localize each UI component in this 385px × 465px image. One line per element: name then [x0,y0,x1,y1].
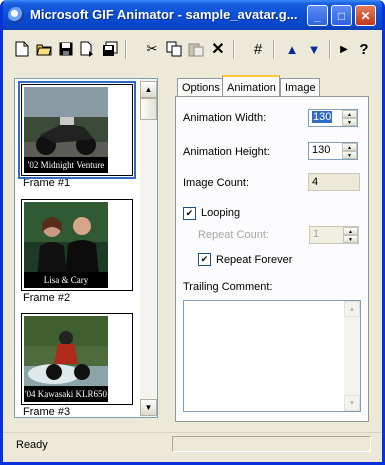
frame-thumbnail[interactable]: '02 Midnight Venture [18,81,136,179]
frame-list[interactable]: '02 Midnight Venture Frame #1 Lisa & Car… [14,78,158,418]
frame-thumbnail[interactable]: Lisa & Cary [21,199,133,291]
image-count-label: Image Count: [183,177,250,189]
arrow-up-icon: ▲ [285,41,299,57]
animation-width-spinner[interactable]: 130 ▲ ▼ [308,109,358,127]
scroll-down-button[interactable]: ▼ [140,399,157,416]
spin-down-icon: ▼ [343,235,358,243]
checkmark-icon: ✔ [185,208,194,218]
animation-width-label: Animation Width: [183,112,267,124]
tab-options[interactable]: Options [177,78,223,96]
looping-checkbox[interactable]: ✔ [183,207,196,220]
frame-list-scrollbar[interactable]: ▲ ▼ [139,79,157,417]
status-pane [172,436,371,452]
frame-caption: '04 Kawasaki KLR650 [24,386,108,402]
toolbar-separator [233,40,235,59]
frame-caption: Lisa & Cary [24,272,108,288]
repeat-forever-label[interactable]: Repeat Forever [216,254,292,266]
paste-button[interactable] [185,38,207,60]
spin-down-icon[interactable]: ▼ [342,151,357,159]
comment-scrollbar: ▲ ▼ [344,301,360,411]
copy-icon [166,41,182,57]
toolbar-separator [125,40,127,59]
tab-image[interactable]: Image [280,78,320,96]
toolbar: ✂ ✕ # ▲ ▼ ▶ ? [11,38,371,62]
spin-down-icon[interactable]: ▼ [342,118,357,126]
chevron-up-icon: ▲ [344,301,360,317]
repeat-count-label: Repeat Count: [198,229,269,241]
frame-caption: '02 Midnight Venture [24,157,108,173]
close-button[interactable]: ✕ [355,5,376,26]
looping-label[interactable]: Looping [201,207,240,219]
select-all-grid-icon: # [253,40,263,58]
chevron-up-icon: ▲ [144,85,153,94]
frame-item-2[interactable]: Lisa & Cary Frame #2 [21,199,133,305]
insert-file-icon [80,41,93,57]
help-button[interactable]: ? [353,38,375,60]
copy-button[interactable] [163,38,185,60]
trailing-comment-input[interactable]: ▲ ▼ [183,300,361,412]
cut-button[interactable]: ✂ [141,38,163,60]
new-button[interactable] [11,38,33,60]
tab-animation[interactable]: Animation [222,75,280,97]
animation-height-label: Animation Height: [183,146,270,158]
frame-item-1[interactable]: '02 Midnight Venture Frame #1 [18,81,136,190]
select-all-button[interactable]: # [247,38,269,60]
scroll-up-button[interactable]: ▲ [140,81,157,98]
save-as-icon [103,41,118,56]
save-as-button[interactable] [99,38,121,60]
spin-up-icon: ▲ [343,227,358,235]
spin-up-icon[interactable]: ▲ [342,143,357,151]
help-question-icon: ? [359,40,369,58]
floppy-disk-icon [59,42,73,56]
animation-panel: Animation Width: 130 ▲ ▼ Animation Height… [175,96,369,422]
status-bar: Ready [3,432,382,462]
delete-button[interactable]: ✕ [207,38,229,60]
chevron-down-icon: ▼ [144,403,153,412]
move-up-button[interactable]: ▲ [281,38,303,60]
maximize-button[interactable]: □ [331,5,352,26]
trailing-comment-label: Trailing Comment: [183,281,273,293]
frame-label: Frame #2 [23,292,71,304]
delete-x-icon: ✕ [211,41,225,58]
preview-button[interactable]: ▶ [333,38,355,60]
open-button[interactable] [33,38,55,60]
frame-thumbnail[interactable]: '04 Kawasaki KLR650 [21,313,133,405]
move-down-button[interactable]: ▼ [303,38,325,60]
repeat-count-value: 1 [313,228,320,240]
paste-icon [188,43,204,57]
toolbar-separator [273,40,275,59]
frame-label: Frame #1 [23,177,71,189]
main-window: Microsoft GIF Animator - sample_avatar.g… [0,0,385,465]
title-bar[interactable]: Microsoft GIF Animator - sample_avatar.g… [3,0,382,30]
new-document-icon [15,41,29,57]
repeat-forever-checkbox[interactable]: ✔ [198,253,211,266]
arrow-down-icon: ▼ [307,41,321,57]
checkmark-icon: ✔ [200,254,209,264]
chevron-down-icon: ▼ [344,395,360,411]
animation-width-value[interactable]: 130 [312,111,333,123]
spin-up-icon[interactable]: ▲ [342,110,357,118]
toolbar-separator [329,40,331,59]
insert-button[interactable] [77,38,99,60]
frame-item-3[interactable]: '04 Kawasaki KLR650 Frame #3 [21,313,133,418]
open-folder-icon [36,44,52,56]
play-icon: ▶ [340,43,348,55]
animation-height-value[interactable]: 130 [312,144,330,156]
window-title: Microsoft GIF Animator - sample_avatar.g… [30,7,298,22]
minimize-button[interactable]: _ [307,5,328,26]
repeat-count-spinner: 1 ▲ ▼ [309,226,359,244]
scroll-thumb[interactable] [140,98,157,120]
scissors-icon: ✂ [146,41,158,56]
status-text: Ready [16,439,48,451]
animation-height-spinner[interactable]: 130 ▲ ▼ [308,142,358,160]
image-count-value: 4 [308,173,360,191]
app-icon[interactable] [8,7,24,23]
save-button[interactable] [55,38,77,60]
frame-label: Frame #3 [23,406,71,418]
